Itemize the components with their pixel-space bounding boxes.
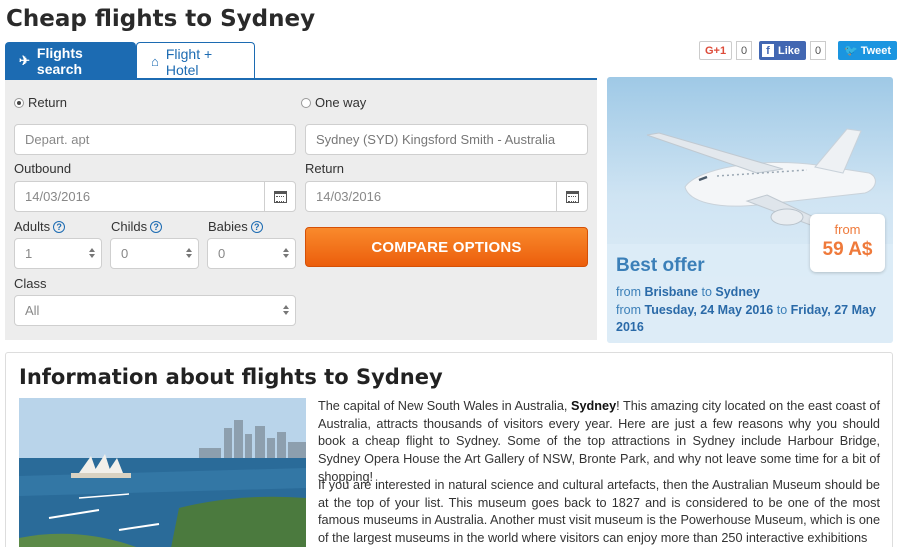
outbound-label: Outbound xyxy=(14,161,72,176)
info-paragraph-2: If you are interested in natural science… xyxy=(318,478,881,546)
info-p1-bold: Sydney xyxy=(571,399,617,413)
babies-select[interactable]: 0 xyxy=(207,238,296,269)
departure-input[interactable]: Depart. apt xyxy=(14,124,296,155)
hotel-icon: ⌂ xyxy=(151,54,159,69)
best-offer-card[interactable]: from 59 A$ Best offer from Brisbane to S… xyxy=(607,77,893,343)
facebook-widget: f Like 0 xyxy=(759,41,827,60)
offer-dates: from Tuesday, 24 May 2016 to Friday, 27 … xyxy=(616,302,888,336)
return-label: Return xyxy=(305,161,345,176)
adults-select[interactable]: 1 xyxy=(14,238,102,269)
info-title: Information about flights to Sydney xyxy=(19,365,443,389)
radio-one-way-label: One way xyxy=(315,95,367,110)
sydney-skyline-illustration xyxy=(19,398,306,547)
offer-title: Best offer xyxy=(616,255,705,276)
childs-label: Childs ? xyxy=(111,219,163,234)
childs-select[interactable]: 0 xyxy=(110,238,199,269)
info-paragraph-1: The capital of New South Wales in Austra… xyxy=(318,398,880,487)
childs-help-icon[interactable]: ? xyxy=(150,220,163,233)
facebook-count: 0 xyxy=(810,41,827,60)
tweet-label: Tweet xyxy=(860,44,892,57)
radio-return-dot[interactable] xyxy=(14,97,24,108)
babies-value: 0 xyxy=(218,246,226,261)
offer-dates-to-word: to xyxy=(776,303,788,317)
calendar-icon xyxy=(273,190,287,203)
tab-flights-search[interactable]: ✈ Flights search xyxy=(5,42,136,80)
outbound-date-input[interactable]: 14/03/2016 xyxy=(14,181,296,212)
class-value: All xyxy=(25,303,40,318)
facebook-icon: f xyxy=(762,44,774,57)
babies-help-icon[interactable]: ? xyxy=(250,220,263,233)
twitter-icon: 🐦 xyxy=(844,45,858,57)
outbound-date-value: 14/03/2016 xyxy=(25,189,91,204)
offer-route: from Brisbane to Sydney xyxy=(616,284,888,301)
class-label: Class xyxy=(14,276,47,291)
adults-label: Adults ? xyxy=(14,219,66,234)
outbound-calendar-button[interactable] xyxy=(264,182,295,211)
search-tabs: ✈ Flights search ⌂ Flight + Hotel xyxy=(5,42,255,80)
class-select[interactable]: All xyxy=(14,295,296,326)
radio-one-way[interactable]: One way xyxy=(301,95,366,110)
offer-route-destination: Sydney xyxy=(715,285,760,299)
compare-options-button[interactable]: COMPARE OPTIONS xyxy=(305,227,588,267)
radio-one-way-dot[interactable] xyxy=(301,97,311,108)
offer-route-to-word: to xyxy=(701,285,712,299)
childs-label-text: Childs xyxy=(111,219,148,234)
adults-value: 1 xyxy=(25,246,33,261)
gplus-count: 0 xyxy=(736,41,753,60)
search-panel: Return One way Depart. apt Sydney (SYD) … xyxy=(5,80,597,340)
adults-label-text: Adults xyxy=(14,219,51,234)
info-section: Information about flights to Sydney The … xyxy=(5,352,893,547)
plane-icon: ✈ xyxy=(19,53,30,68)
facebook-like-button[interactable]: f Like xyxy=(759,41,807,60)
gplus-widget: G+1 0 xyxy=(699,41,753,60)
tab-flight-hotel-label: Flight + Hotel xyxy=(165,45,213,78)
adults-spinner-icon xyxy=(89,248,95,258)
twitter-widget: 🐦 Tweet xyxy=(838,41,898,60)
return-date-value: 14/03/2016 xyxy=(316,189,382,204)
childs-spinner-icon xyxy=(186,248,192,258)
offer-price: 59 A$ xyxy=(822,239,873,260)
departure-placeholder: Depart. apt xyxy=(25,132,90,147)
radio-return[interactable]: Return xyxy=(14,95,67,110)
offer-route-origin: Brisbane xyxy=(644,285,698,299)
gplus-button[interactable]: G+1 xyxy=(699,41,733,60)
calendar-icon xyxy=(565,190,579,203)
tweet-button[interactable]: 🐦 Tweet xyxy=(838,41,898,60)
destination-value: Sydney (SYD) Kingsford Smith - Australia xyxy=(316,132,556,147)
offer-route-from-word: from xyxy=(616,285,641,299)
info-p1-text-a: The capital of New South Wales in Austra… xyxy=(318,399,571,413)
class-spinner-icon xyxy=(283,305,289,315)
tab-flight-hotel[interactable]: ⌂ Flight + Hotel xyxy=(136,42,255,80)
return-date-input[interactable]: 14/03/2016 xyxy=(305,181,588,212)
babies-label-text: Babies xyxy=(208,219,248,234)
facebook-like-label: Like xyxy=(778,44,801,57)
offer-date-start: Tuesday, 24 May 2016 xyxy=(644,303,774,317)
return-calendar-button[interactable] xyxy=(556,182,587,211)
babies-spinner-icon xyxy=(283,248,289,258)
offer-price-box: from 59 A$ xyxy=(810,214,885,272)
radio-return-label: Return xyxy=(28,95,68,110)
sydney-harbour-photo xyxy=(19,398,306,547)
offer-dates-from-word: from xyxy=(616,303,641,317)
tab-flights-search-label: Flights search xyxy=(36,45,83,77)
offer-price-from: from xyxy=(834,222,861,237)
childs-value: 0 xyxy=(121,246,129,261)
adults-help-icon[interactable]: ? xyxy=(53,220,66,233)
babies-label: Babies ? xyxy=(208,219,263,234)
page-title: Cheap flights to Sydney xyxy=(6,6,316,32)
destination-input[interactable]: Sydney (SYD) Kingsford Smith - Australia xyxy=(305,124,588,155)
